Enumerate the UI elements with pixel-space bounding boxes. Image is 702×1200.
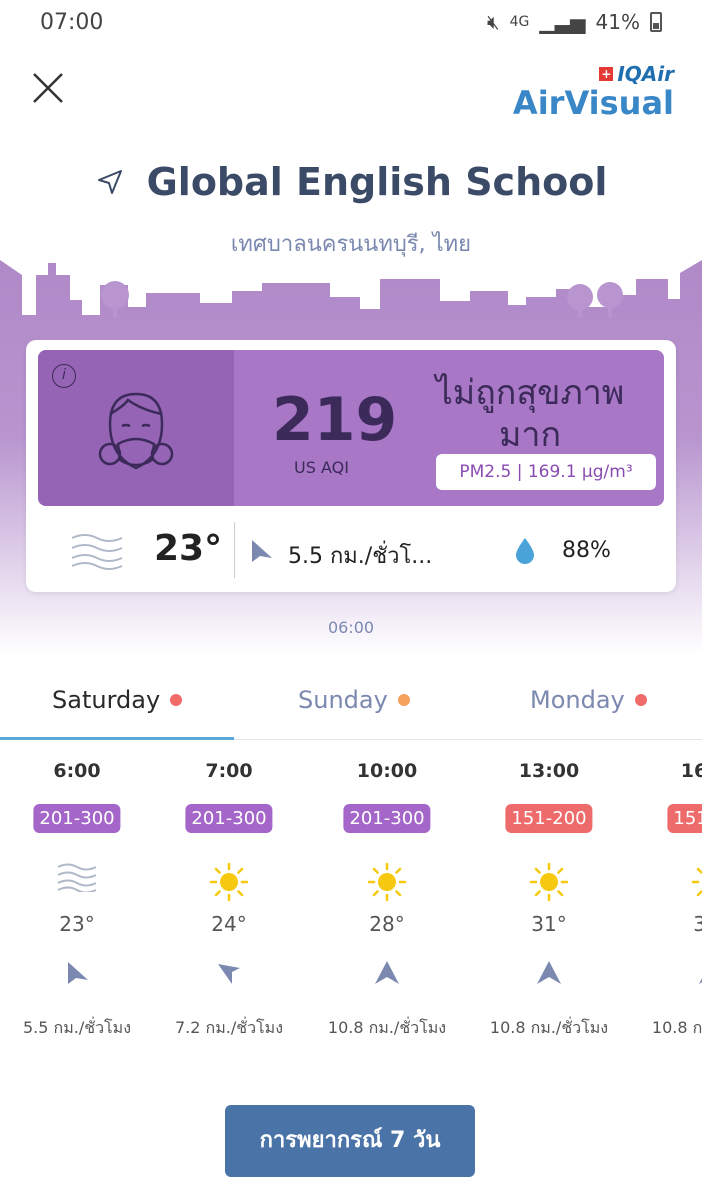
hour-temperature: 31°: [693, 912, 702, 936]
haze-icon: [71, 534, 123, 570]
aqi-dot: [170, 694, 183, 706]
tab-label: Sunday: [298, 686, 388, 714]
status-bar: 07:00 🔇︎ 4G ▁▃▅ 41%: [0, 0, 702, 44]
sun-icon: [529, 862, 569, 902]
aqi-dot: [397, 694, 410, 706]
wind-direction-icon: [699, 978, 702, 984]
brand-logo: + IQAir AirVisual: [513, 62, 674, 120]
aqi-unit-label: US AQI: [294, 458, 349, 477]
hour-time: 13:00: [518, 760, 580, 782]
haze-icon: [57, 863, 97, 892]
humidity-drop-icon: [516, 538, 534, 564]
hour-wind-speed: 5.5 กม./ชั่วโมง: [22, 1018, 132, 1037]
current-humidity: 88%: [562, 538, 611, 563]
tab-saturday[interactable]: Saturday: [52, 686, 183, 714]
hour-temperature: 31°: [531, 912, 567, 936]
hour-item[interactable]: 13:00 151-200 31° 10.8 กม./ชั่วโมง: [474, 760, 624, 1050]
location-arrow-icon: [97, 170, 122, 194]
battery-icon: [650, 12, 662, 32]
sun-icon: [691, 867, 702, 897]
mask-face-box: i: [38, 350, 234, 506]
hour-item[interactable]: 6:00 201-300 23° 5.5 กม./ชั่วโมง: [2, 760, 152, 1050]
aqi-card[interactable]: i 219 US AQI ไม่ถูกสุขภาพมาก PM2.5 | 169…: [26, 340, 676, 592]
divider: [234, 522, 235, 578]
close-button[interactable]: [28, 68, 68, 108]
seven-day-forecast-button[interactable]: การพยากรณ์ 7 วัน: [225, 1105, 475, 1177]
aqi-range-badge: 201-300: [185, 804, 273, 833]
status-time: 07:00: [40, 9, 104, 35]
hour-item[interactable]: 7:00 201-300 24° 7.2 กม./ชั่วโมง: [154, 760, 304, 1050]
aqi-dot: [634, 694, 647, 706]
tab-label: Monday: [530, 686, 625, 714]
active-tab-indicator: [0, 737, 234, 740]
wind-direction-icon: [537, 961, 561, 984]
current-weather: 23° 5.5 กม./ชั่วโ... 88%: [26, 516, 676, 586]
status-icons: 🔇︎ 4G ▁▃▅ 41%: [487, 10, 662, 34]
tab-monday[interactable]: Monday: [530, 686, 647, 714]
wind-direction-icon: [68, 962, 88, 984]
wind-direction-icon: [218, 964, 240, 984]
update-time: 06:00: [327, 618, 375, 637]
day-tabs: Saturday Sunday Monday: [0, 668, 702, 740]
tab-sunday[interactable]: Sunday: [298, 686, 410, 714]
brand-top-label: IQAir: [617, 62, 674, 86]
hour-wind-speed: 10.8 กม./ชั่วโมง: [327, 1018, 447, 1037]
mute-icon: 🔇︎: [487, 10, 500, 34]
aqi-value: 219: [272, 385, 398, 455]
hour-item-clip: 16:00 151-200 31° 10.8 กม./ชั่วโมง: [636, 760, 702, 1050]
sun-icon: [367, 862, 407, 902]
brand-name: AirVisual: [512, 84, 674, 122]
aqi-status: ไม่ถูกสุขภาพมาก: [435, 373, 625, 455]
aqi-range-badge: 201-300: [343, 804, 431, 833]
aqi-range-badge: 151-200: [505, 804, 593, 833]
hour-temperature: 23°: [59, 912, 95, 936]
hour-time: 16:00: [680, 760, 702, 782]
aqi-panel: i 219 US AQI ไม่ถูกสุขภาพมาก PM2.5 | 169…: [38, 350, 664, 506]
network-label: 4G: [509, 14, 530, 30]
pollutant-reading: PM2.5 | 169.1 µg/m³: [436, 454, 656, 490]
hour-time: 6:00: [53, 760, 101, 782]
location-name: Global English School: [146, 160, 608, 204]
battery-percent: 41%: [595, 10, 640, 34]
hour-temperature: 24°: [211, 912, 247, 936]
hour-wind-speed: 10.8 กม./ชั่วโมง: [489, 1018, 609, 1037]
wind-direction-icon: [375, 961, 399, 984]
gas-mask-face-icon: [98, 392, 174, 470]
aqi-range-badge: 201-300: [33, 804, 121, 833]
aqi-range-badge: 151-200: [667, 804, 702, 833]
info-icon[interactable]: i: [52, 364, 76, 388]
hour-temperature: 28°: [369, 912, 405, 936]
current-wind-speed: 5.5 กม./ชั่วโ...: [288, 544, 433, 569]
sun-icon: [209, 862, 249, 902]
hour-wind-speed: 7.2 กม./ชั่วโมง: [174, 1018, 284, 1037]
hour-item[interactable]: 16:00 151-200 31° 10.8 กม./ชั่วโมง: [636, 760, 702, 1050]
hour-time: 7:00: [205, 760, 253, 782]
tab-label: Saturday: [52, 686, 161, 714]
swiss-flag-icon: +: [599, 67, 614, 81]
signal-icon: ▁▃▅: [539, 10, 586, 34]
current-temperature: 23°: [154, 528, 223, 569]
hour-wind-speed: 10.8 กม./ชั่วโมง: [651, 1018, 702, 1037]
hour-time: 10:00: [356, 760, 418, 782]
close-icon: [33, 73, 63, 103]
wind-direction-icon: [252, 540, 272, 562]
hour-item[interactable]: 10:00 201-300 28° 10.8 กม./ชั่วโมง: [312, 760, 462, 1050]
location-header: Global English School: [0, 160, 702, 204]
